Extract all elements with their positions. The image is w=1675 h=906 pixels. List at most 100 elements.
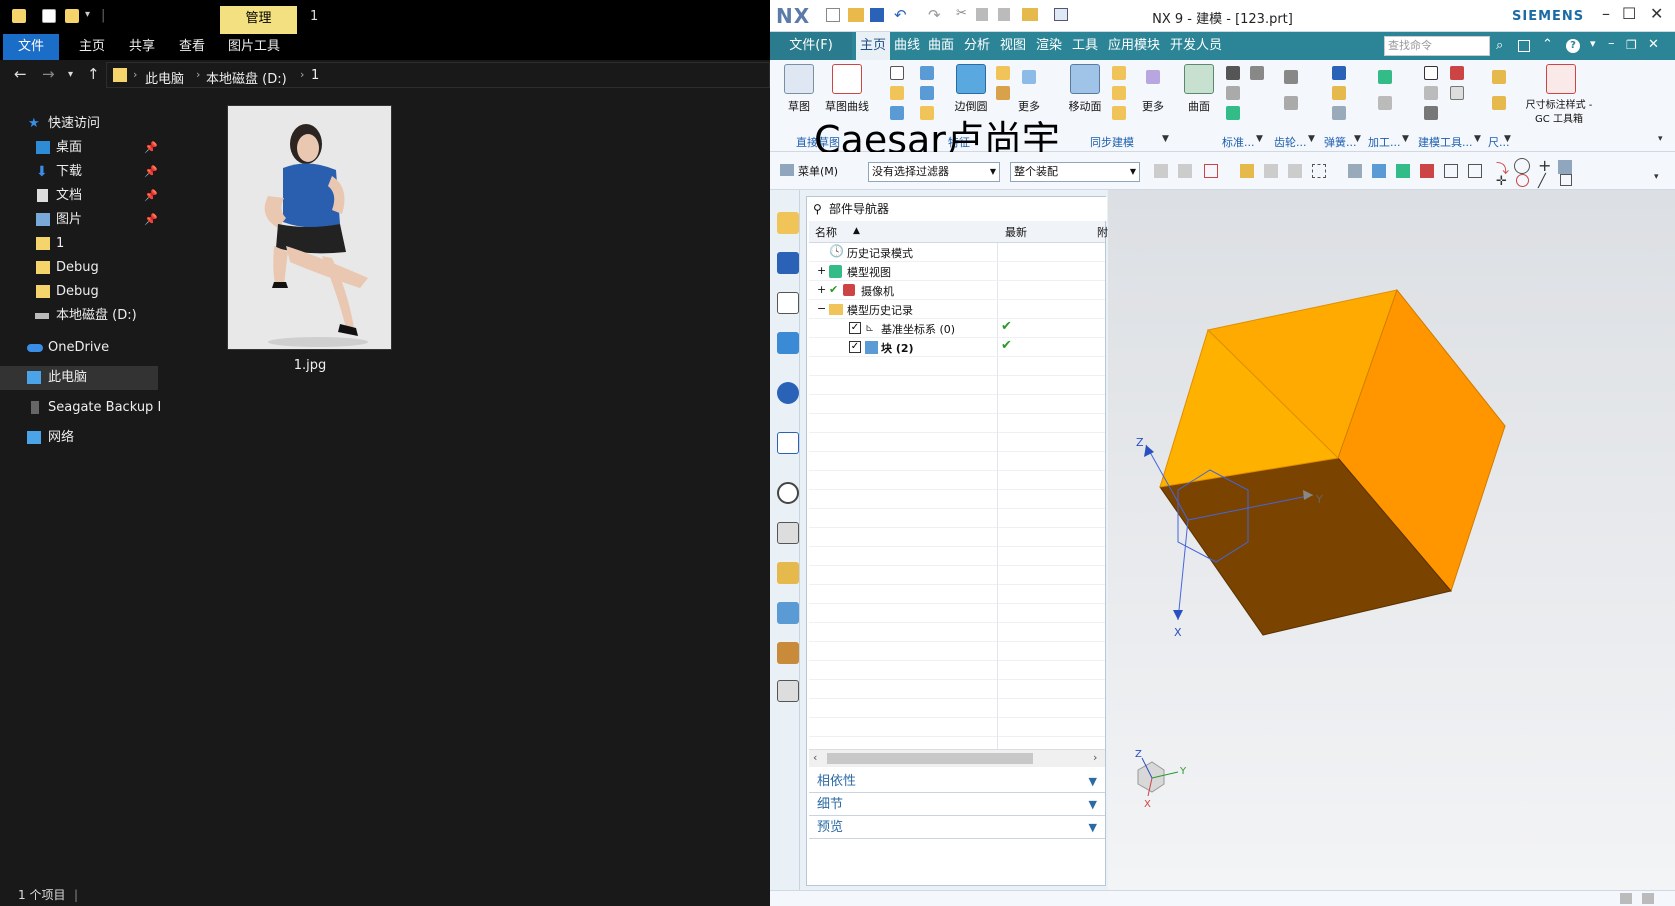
process-studio-icon[interactable] xyxy=(777,522,799,544)
file-name-label[interactable]: 1.jpg xyxy=(250,358,370,373)
graphics-viewport[interactable]: Y Z X Y Z X xyxy=(1108,190,1675,890)
help-dropdown-icon[interactable]: ▾ xyxy=(1590,37,1596,50)
dimension-style-icon[interactable] xyxy=(1546,64,1576,94)
recent-locations-icon[interactable]: ▾ xyxy=(68,69,73,80)
tree-row-camera[interactable]: + ✔ 摄像机 xyxy=(809,281,1105,300)
ribbon-options-dropdown-icon[interactable]: ▾ xyxy=(1658,134,1663,144)
group-expand-icon[interactable]: ▼ xyxy=(1474,134,1481,144)
tab-share[interactable]: 共享 xyxy=(120,34,164,60)
arc-center-icon[interactable] xyxy=(1514,158,1530,174)
show-hide-icon[interactable] xyxy=(1348,164,1362,178)
pin-icon[interactable]: 📌 xyxy=(144,184,158,208)
tree-row-model-history[interactable]: − 模型历史记录 xyxy=(809,300,1105,319)
doc-close-icon[interactable]: ✕ xyxy=(1648,37,1659,52)
pin-icon[interactable]: 📌 xyxy=(144,136,158,160)
pane-details[interactable]: 细节 ▼ xyxy=(809,794,1105,816)
tab-application[interactable]: 应用模块 xyxy=(1108,32,1160,60)
hd3d-tools-icon[interactable] xyxy=(777,382,799,404)
nav-folder-debug[interactable]: Debug xyxy=(0,256,160,280)
group-expand-icon[interactable]: ▼ xyxy=(1162,134,1169,144)
selection-filter-dropdown[interactable]: 没有选择过滤器 ▼ xyxy=(868,162,1000,182)
scrollbar-thumb[interactable] xyxy=(827,753,1033,764)
tree-row-history-mode[interactable]: 🕓 历史记录模式 xyxy=(809,243,1105,262)
pane-dependencies[interactable]: 相依性 ▼ xyxy=(809,771,1105,793)
snap-enable-icon[interactable] xyxy=(1396,164,1410,178)
tab-developer[interactable]: 开发人员 xyxy=(1170,32,1222,60)
tab-home[interactable]: 主页 xyxy=(856,32,891,60)
manufacturing-wizard-icon[interactable] xyxy=(777,562,799,584)
render-style-icon[interactable] xyxy=(1372,164,1386,178)
more-sync-icon[interactable] xyxy=(1146,70,1160,84)
command-search-input[interactable]: 查找命令 xyxy=(1384,36,1490,56)
grid-point-icon[interactable] xyxy=(1560,174,1572,186)
grid-tool-icon[interactable] xyxy=(1424,86,1438,100)
col-extra[interactable]: 附 xyxy=(1097,224,1108,240)
web-browser-icon[interactable] xyxy=(777,432,799,454)
group-machining[interactable]: 加工... xyxy=(1368,134,1401,150)
nav-this-pc[interactable]: 此电脑 xyxy=(0,366,158,390)
reuse-library-icon[interactable] xyxy=(777,332,799,354)
connect-curve-icon[interactable] xyxy=(1288,164,1302,178)
snap-point-icon[interactable] xyxy=(1204,164,1218,178)
sort-ascending-icon[interactable]: ▲ xyxy=(853,226,860,236)
status-icon[interactable] xyxy=(1642,893,1654,904)
deselect-icon[interactable] xyxy=(1178,164,1192,178)
nav-folder-1[interactable]: 1 xyxy=(0,232,160,256)
menu-button[interactable]: 菜单(M) xyxy=(798,163,838,179)
bounded-grid-icon[interactable]: ╱ xyxy=(1538,174,1546,189)
move-face-icon[interactable] xyxy=(1070,64,1100,94)
tab-home[interactable]: 主页 xyxy=(70,34,114,60)
pull-face-icon[interactable] xyxy=(1112,66,1126,80)
edge-blend-icon[interactable] xyxy=(956,64,986,94)
triangle-tool-icon[interactable] xyxy=(1424,66,1438,80)
system-scene-icon[interactable] xyxy=(777,680,799,702)
doc-restore-icon[interactable]: ❐ xyxy=(1626,38,1637,52)
unite-icon[interactable] xyxy=(890,86,904,100)
close-icon[interactable]: ✕ xyxy=(1650,4,1663,23)
shell-icon[interactable] xyxy=(920,86,934,100)
ribbon-options-icon[interactable] xyxy=(1518,40,1530,52)
up-arrow-icon[interactable]: ↑ xyxy=(87,65,100,83)
nav-desktop[interactable]: 桌面 📌 xyxy=(0,136,160,160)
system-materials-icon[interactable] xyxy=(777,642,799,664)
sketch-curve-icon[interactable] xyxy=(832,64,862,94)
nav-network[interactable]: 网络 xyxy=(0,426,160,450)
scroll-left-icon[interactable]: ‹ xyxy=(813,751,817,764)
existing-point-icon[interactable]: + xyxy=(1538,156,1551,175)
tab-render[interactable]: 渲染 xyxy=(1036,32,1062,60)
selection-intent-icon[interactable] xyxy=(1240,164,1254,178)
tab-file[interactable]: 文件 xyxy=(3,34,59,60)
endpoint-icon[interactable] xyxy=(1420,164,1434,178)
group-expand-icon[interactable]: ▼ xyxy=(1308,134,1315,144)
back-arrow-icon[interactable]: ← xyxy=(14,65,27,83)
qat-dropdown-icon[interactable]: ▾ xyxy=(85,9,90,20)
midpoint-icon[interactable] xyxy=(1444,164,1458,178)
tab-manage[interactable]: 管理 xyxy=(220,6,297,34)
standard-part-icon[interactable] xyxy=(1226,66,1240,80)
tab-picture-tools[interactable]: 图片工具 xyxy=(222,34,286,60)
group-sync-modeling[interactable]: 同步建模 xyxy=(1090,134,1134,150)
bevel-gear-icon[interactable] xyxy=(1284,96,1298,110)
forward-arrow-icon[interactable]: → xyxy=(42,65,55,83)
history-icon[interactable] xyxy=(777,482,799,504)
rectangle-select-icon[interactable] xyxy=(1312,164,1326,178)
group-expand-icon[interactable]: ▼ xyxy=(1256,134,1263,144)
cylindrical-gear-icon[interactable] xyxy=(1284,70,1298,84)
tab-tools[interactable]: 工具 xyxy=(1072,32,1098,60)
part-navigator-icon[interactable] xyxy=(777,292,799,314)
gear-modeling-icon[interactable] xyxy=(1226,106,1240,120)
pane-preview[interactable]: 预览 ▼ xyxy=(809,817,1105,839)
toolbar-options-icon[interactable]: ▾ xyxy=(1654,172,1659,182)
tab-view[interactable]: 视图 xyxy=(1000,32,1026,60)
collapse-icon[interactable]: − xyxy=(817,302,826,315)
status-icon[interactable] xyxy=(1620,893,1632,904)
surface-icon[interactable] xyxy=(1184,64,1214,94)
feature-curve-icon[interactable] xyxy=(1264,164,1278,178)
expand-icon[interactable]: + xyxy=(817,264,826,277)
scroll-right-icon[interactable]: › xyxy=(1093,751,1097,764)
nav-quick-access[interactable]: ★ 快速访问 xyxy=(0,112,160,136)
visibility-checkbox[interactable]: ✓ xyxy=(849,322,861,334)
machining-check-icon[interactable] xyxy=(1378,70,1392,84)
address-box[interactable]: › 此电脑 › 本地磁盘 (D:) › 1 xyxy=(106,62,770,88)
spreadsheet-icon[interactable] xyxy=(1450,66,1464,80)
